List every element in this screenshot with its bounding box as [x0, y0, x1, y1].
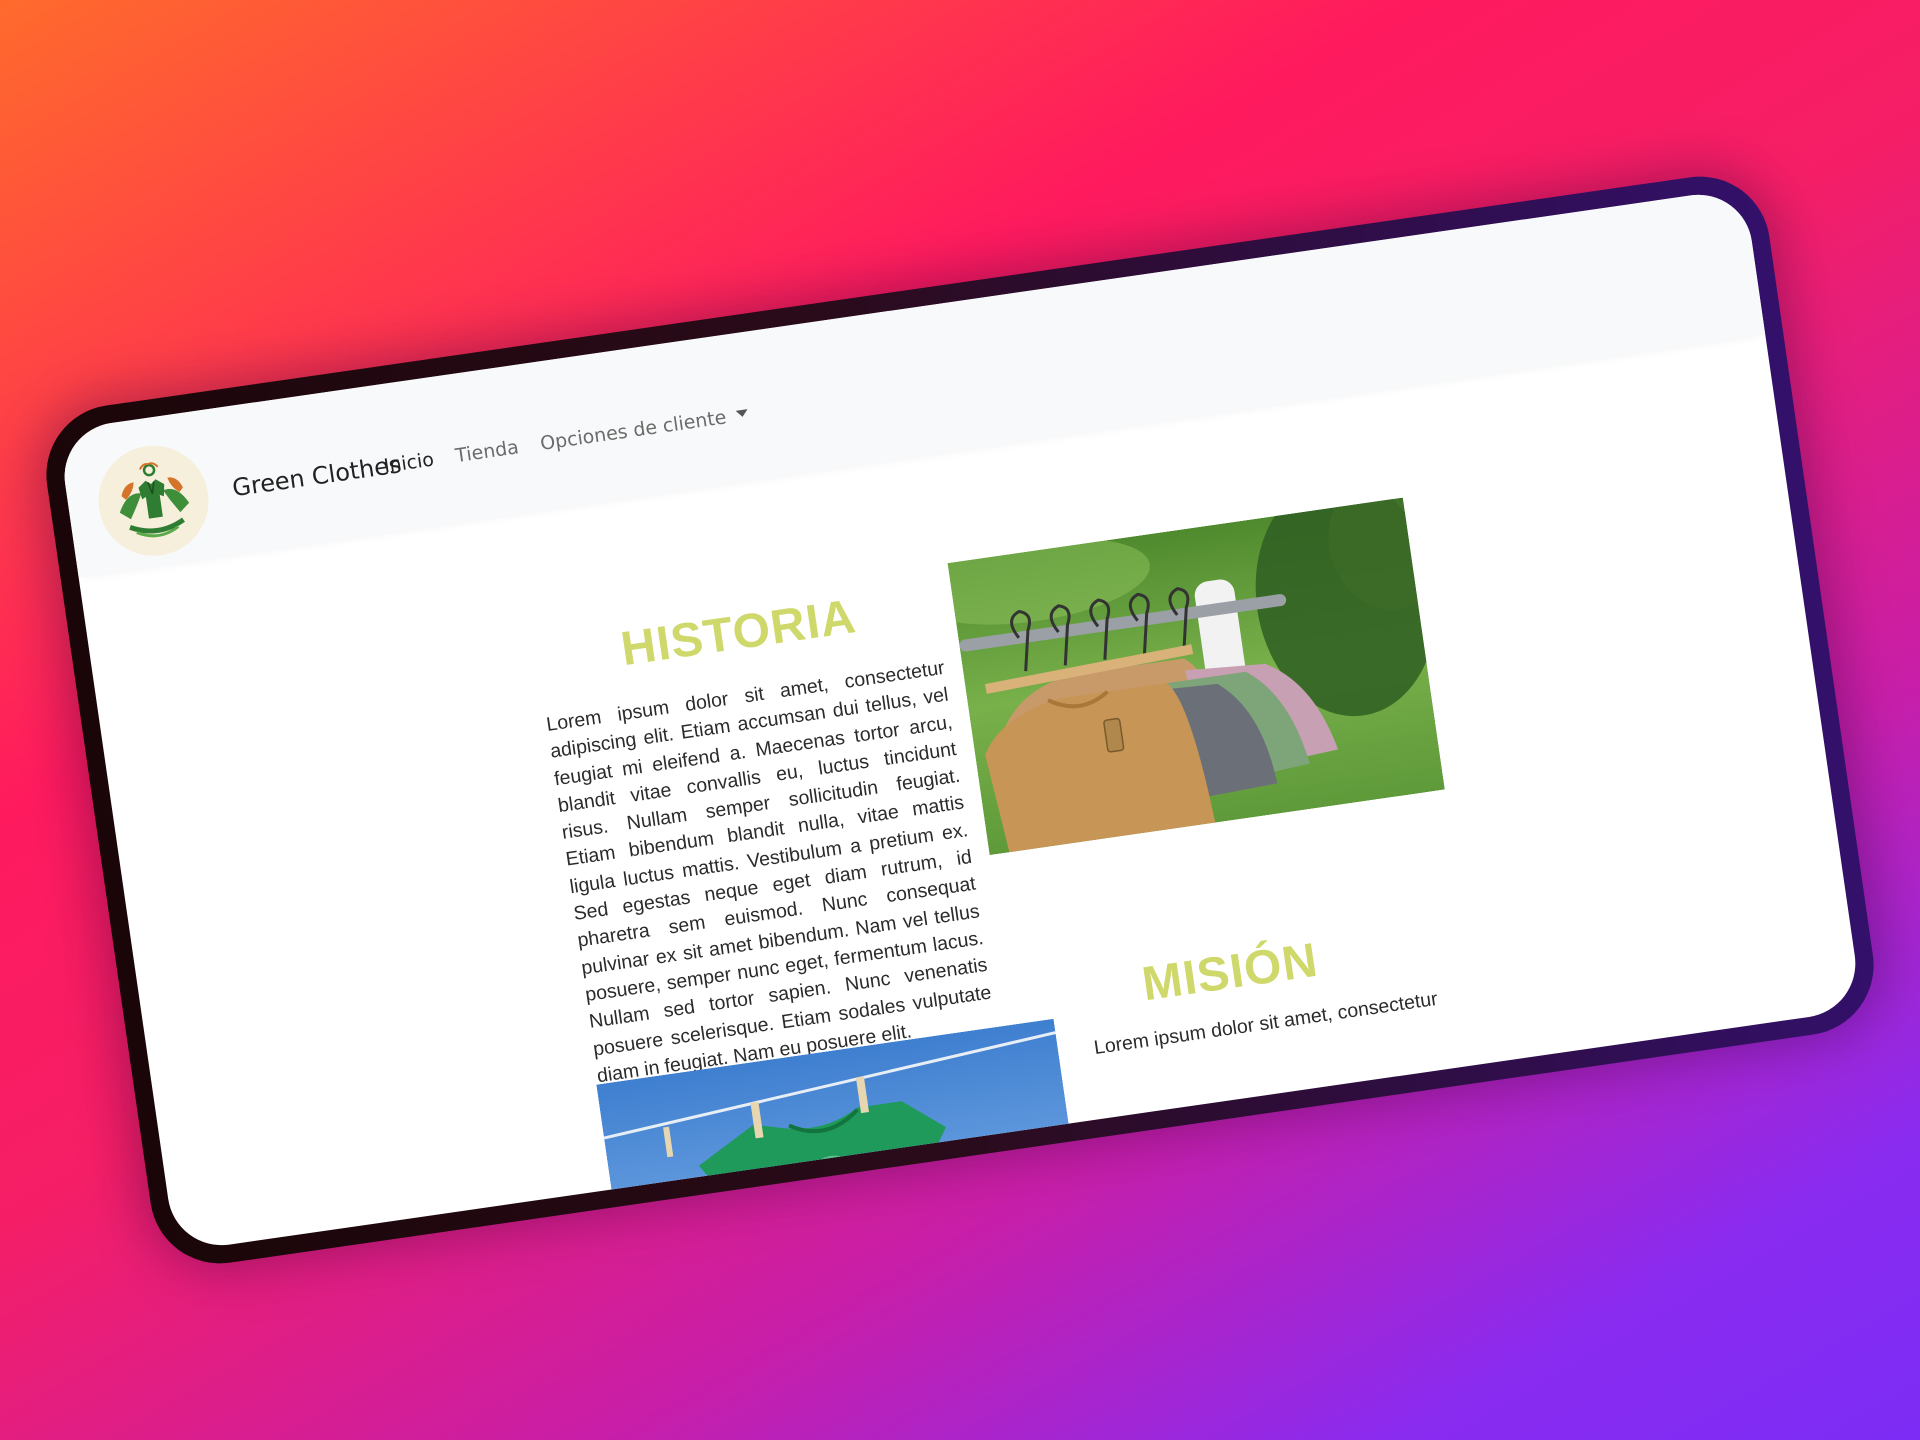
- caret-down-icon: [735, 409, 749, 418]
- browser-viewport: Green Clothes Inicio Tienda Opciones de …: [57, 187, 1863, 1253]
- nav-dropdown-label: Opciones de cliente: [538, 406, 728, 455]
- background-gradient: Green Clothes Inicio Tienda Opciones de …: [0, 0, 1920, 1440]
- tablet-frame: Green Clothes Inicio Tienda Opciones de …: [37, 167, 1883, 1273]
- green-clothes-logo-icon[interactable]: [91, 438, 216, 564]
- brand-name[interactable]: Green Clothes: [231, 450, 404, 502]
- historia-text: Lorem ipsum dolor sit amet, consectetur …: [544, 656, 993, 1088]
- nav-link-tienda[interactable]: Tienda: [454, 436, 520, 467]
- nav-links: Inicio Tienda Opciones de cliente: [382, 403, 749, 477]
- mision-title: MISIÓN: [1138, 933, 1322, 1012]
- clothes-on-hangers-photo: [947, 497, 1445, 856]
- nav-dropdown-opciones-de-cliente[interactable]: Opciones de cliente: [539, 403, 750, 455]
- historia-title: HISTORIA: [617, 590, 860, 677]
